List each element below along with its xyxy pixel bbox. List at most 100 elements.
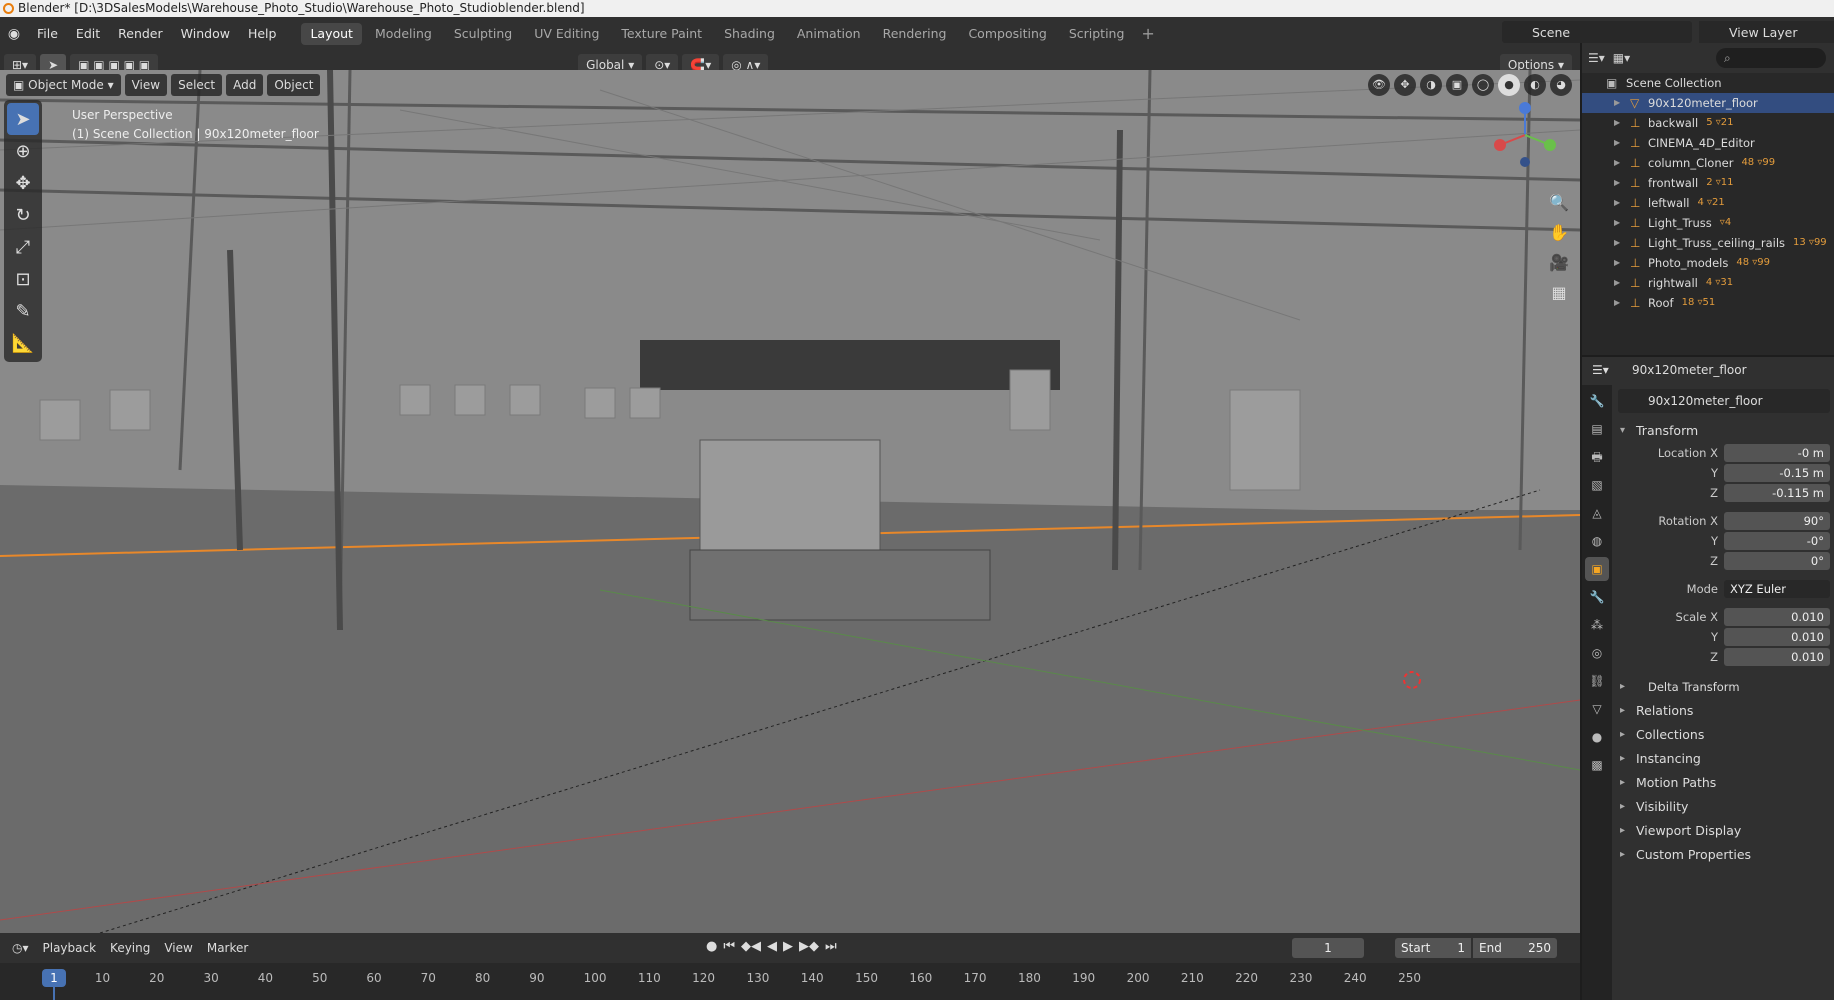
- outliner-item[interactable]: ▶ ⊥ Light_Truss_ceiling_rails 13 ▿99: [1582, 233, 1834, 253]
- material-tab-icon[interactable]: ●: [1585, 725, 1609, 749]
- object-tab-icon[interactable]: ▣: [1585, 557, 1609, 581]
- tab-animation[interactable]: Animation: [788, 23, 870, 45]
- menu-window[interactable]: Window: [172, 17, 239, 50]
- menu-file[interactable]: File: [28, 17, 67, 50]
- output-tab-icon[interactable]: 🖶: [1585, 445, 1609, 469]
- play-icon[interactable]: ▶: [783, 939, 793, 954]
- tab-compositing[interactable]: Compositing: [959, 23, 1055, 45]
- expand-icon[interactable]: ▶: [1614, 253, 1620, 273]
- timeline-editor-icon[interactable]: ◷▾: [6, 941, 35, 955]
- timeline-menu-playback[interactable]: Playback: [37, 941, 103, 955]
- particles-tab-icon[interactable]: ⁂: [1585, 613, 1609, 637]
- location-z-field[interactable]: -0.115 m: [1724, 484, 1830, 502]
- tab-shading[interactable]: Shading: [715, 23, 784, 45]
- outliner-item[interactable]: ▶ ⊥ column_Cloner 48 ▿99: [1582, 153, 1834, 173]
- material-shading-icon[interactable]: ◐: [1524, 74, 1546, 96]
- xray-icon[interactable]: ▣: [1446, 74, 1468, 96]
- property-panel-header[interactable]: Custom Properties: [1614, 843, 1834, 867]
- rotation-y-field[interactable]: -0°: [1724, 532, 1830, 550]
- outliner-item[interactable]: ▶ ⊥ CINEMA_4D_Editor: [1582, 133, 1834, 153]
- 3d-viewport[interactable]: ▣ Object Mode ▾ View Select Add Object U…: [0, 70, 1580, 933]
- mode-dropdown[interactable]: ▣ Object Mode ▾: [6, 74, 121, 96]
- properties-editor-icon[interactable]: ☰▾: [1592, 363, 1609, 377]
- outliner-item[interactable]: ▶ ⊥ rightwall 4 ▿31: [1582, 273, 1834, 293]
- start-frame-field[interactable]: Start 1: [1395, 938, 1471, 958]
- prev-keyframe-icon[interactable]: ◆◀: [741, 939, 761, 954]
- outliner-search-icon[interactable]: ⌕: [1716, 48, 1826, 68]
- outliner-item[interactable]: ▶ ⊥ frontwall 2 ▿11: [1582, 173, 1834, 193]
- outliner-item[interactable]: ▶ ⊥ Photo_models 48 ▿99: [1582, 253, 1834, 273]
- delta-transform-panel[interactable]: Delta Transform: [1614, 675, 1834, 699]
- add-workspace-icon[interactable]: +: [1135, 24, 1160, 43]
- select-box-tool-icon[interactable]: ➤: [7, 103, 39, 135]
- data-tab-icon[interactable]: ▽: [1585, 697, 1609, 721]
- record-icon[interactable]: ●: [706, 939, 717, 954]
- overlay-icon[interactable]: ◑: [1420, 74, 1442, 96]
- rotate-tool-icon[interactable]: ↻: [7, 199, 39, 231]
- property-panel-header[interactable]: Motion Paths: [1614, 771, 1834, 795]
- tab-scripting[interactable]: Scripting: [1060, 23, 1134, 45]
- next-keyframe-icon[interactable]: ▶◆: [799, 939, 819, 954]
- scale-x-field[interactable]: 0.010: [1724, 608, 1830, 626]
- tab-sculpting[interactable]: Sculpting: [445, 23, 521, 45]
- timeline-menu-keying[interactable]: Keying: [104, 941, 156, 955]
- tab-rendering[interactable]: Rendering: [874, 23, 956, 45]
- camera-view-icon[interactable]: 🎥: [1546, 250, 1572, 276]
- expand-icon[interactable]: ▶: [1614, 293, 1620, 313]
- viewport-menu-view[interactable]: View: [124, 74, 168, 96]
- menu-edit[interactable]: Edit: [67, 17, 109, 50]
- expand-icon[interactable]: ▶: [1614, 153, 1620, 173]
- scale-y-field[interactable]: 0.010: [1724, 628, 1830, 646]
- physics-tab-icon[interactable]: ◎: [1585, 641, 1609, 665]
- jump-start-icon[interactable]: ⏮: [723, 939, 735, 954]
- object-name-field[interactable]: 90x120meter_floor: [1618, 389, 1830, 413]
- timeline-menu-marker[interactable]: Marker: [201, 941, 254, 955]
- outliner-item[interactable]: ▶ ⊥ Light_Truss ▿4: [1582, 213, 1834, 233]
- property-panel-header[interactable]: Relations: [1614, 699, 1834, 723]
- expand-icon[interactable]: ▶: [1614, 113, 1620, 133]
- expand-icon[interactable]: ▶: [1614, 213, 1620, 233]
- expand-icon[interactable]: ▶: [1614, 133, 1620, 153]
- cursor-tool-icon[interactable]: ⊕: [7, 135, 39, 167]
- axis-gizmo-icon[interactable]: [1490, 100, 1560, 170]
- outliner-item[interactable]: ▶ ⊥ Roof 18 ▿51: [1582, 293, 1834, 313]
- rotation-x-field[interactable]: 90°: [1724, 512, 1830, 530]
- play-reverse-icon[interactable]: ◀: [767, 939, 777, 954]
- scene-selector[interactable]: Scene: [1502, 21, 1692, 43]
- property-panel-header[interactable]: Visibility: [1614, 795, 1834, 819]
- expand-icon[interactable]: ▶: [1614, 193, 1620, 213]
- navigation-gizmo[interactable]: [1490, 100, 1560, 173]
- tool-tab-icon[interactable]: 🔧: [1585, 389, 1609, 413]
- blender-menu-icon[interactable]: ◉: [0, 26, 28, 42]
- visibility-icon[interactable]: 👁: [1368, 74, 1390, 96]
- outliner-filter-icon[interactable]: ▦▾: [1613, 51, 1630, 65]
- property-panel-header[interactable]: Instancing: [1614, 747, 1834, 771]
- scene-tab-icon[interactable]: ◬: [1585, 501, 1609, 525]
- pan-hand-icon[interactable]: ✋: [1546, 220, 1572, 246]
- outliner-item[interactable]: ▶ ⊥ backwall 5 ▿21: [1582, 113, 1834, 133]
- transform-panel-header[interactable]: Transform: [1614, 419, 1834, 443]
- viewport-menu-add[interactable]: Add: [226, 74, 264, 96]
- modifier-tab-icon[interactable]: 🔧: [1585, 585, 1609, 609]
- scale-tool-icon[interactable]: ⤢: [7, 231, 39, 263]
- outliner-item[interactable]: ▶ ⊥ leftwall 4 ▿21: [1582, 193, 1834, 213]
- texture-tab-icon[interactable]: ▩: [1585, 753, 1609, 777]
- gizmo-icon[interactable]: ✥: [1394, 74, 1416, 96]
- rotation-mode-dropdown[interactable]: XYZ Euler: [1724, 580, 1830, 598]
- transform-tool-icon[interactable]: ⊡: [7, 263, 39, 295]
- zoom-icon[interactable]: 🔍: [1546, 190, 1572, 216]
- scale-z-field[interactable]: 0.010: [1724, 648, 1830, 666]
- timeline-ruler[interactable]: 1 10 20 30 40 50 60 70 80 90 100 110 120 130 140 150 16…: [0, 963, 1580, 1000]
- tab-texture-paint[interactable]: Texture Paint: [612, 23, 711, 45]
- viewport-menu-object[interactable]: Object: [267, 74, 321, 96]
- annotate-tool-icon[interactable]: ✎: [7, 295, 39, 327]
- expand-icon[interactable]: ▶: [1614, 173, 1620, 193]
- outliner-editor-icon[interactable]: ☰▾: [1588, 51, 1605, 65]
- expand-icon[interactable]: ▶: [1614, 233, 1620, 253]
- viewport-menu-select[interactable]: Select: [171, 74, 223, 96]
- jump-end-icon[interactable]: ⏭: [825, 939, 837, 954]
- ortho-grid-icon[interactable]: ▦: [1546, 280, 1572, 306]
- world-tab-icon[interactable]: ◍: [1585, 529, 1609, 553]
- property-panel-header[interactable]: Viewport Display: [1614, 819, 1834, 843]
- tab-modeling[interactable]: Modeling: [366, 23, 441, 45]
